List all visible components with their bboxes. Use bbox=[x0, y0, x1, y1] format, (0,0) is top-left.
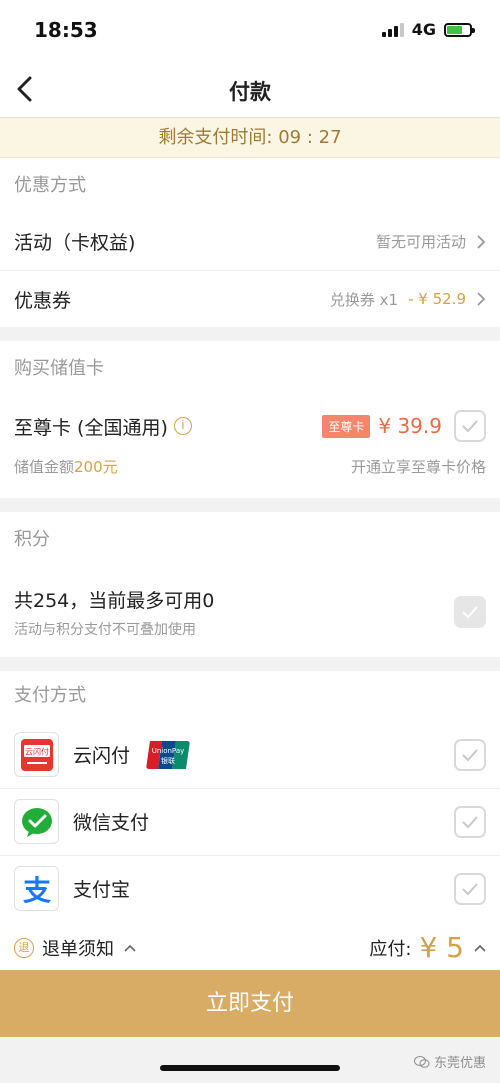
check-icon bbox=[462, 882, 478, 895]
chevron-right-icon bbox=[477, 292, 486, 306]
wechat-checkbox[interactable] bbox=[454, 805, 486, 838]
points-row: 共254，当前最多可用0 活动与积分支付不可叠加使用 bbox=[0, 567, 500, 657]
due-label: 应付: bbox=[369, 938, 412, 960]
wechat-pay-icon bbox=[14, 799, 59, 844]
pay-method-label: 云闪付 bbox=[73, 745, 131, 767]
yunshanfu-checkbox[interactable] bbox=[454, 738, 486, 771]
pay-method-alipay[interactable]: 支 支付宝 bbox=[0, 855, 500, 922]
refund-notice-link[interactable]: 退单须知 bbox=[42, 935, 114, 961]
card-perk: 开通立享至尊卡价格 bbox=[350, 458, 486, 476]
svg-text:支: 支 bbox=[22, 874, 50, 907]
svg-text:UnionPay: UnionPay bbox=[152, 747, 185, 755]
watermark: 东莞优惠 bbox=[413, 1052, 486, 1071]
card-checkbox[interactable] bbox=[454, 410, 486, 442]
status-bar: 18:53 4G bbox=[0, 0, 500, 60]
pay-method-yunshanfu[interactable]: 云闪付 云闪付 UnionPay 银联 bbox=[0, 721, 500, 788]
unionpay-icon: UnionPay 银联 bbox=[146, 740, 191, 769]
coupon-row[interactable]: 优惠券 兑换券 x1 - ¥ 52.9 bbox=[0, 270, 500, 327]
pay-method-label: 微信支付 bbox=[73, 812, 150, 834]
coupon-discount: - ¥ 52.9 bbox=[408, 290, 466, 308]
page-title: 付款 bbox=[229, 80, 271, 104]
pay-method-wechat[interactable]: 微信支付 bbox=[0, 788, 500, 855]
discount-section: 优惠方式 活动（卡权益) 暂无可用活动 优惠券 兑换券 x1 - ¥ 52.9 bbox=[0, 158, 500, 327]
yunshanfu-icon: 云闪付 bbox=[14, 732, 59, 777]
order-summary-bar: 退 退单须知 应付: ¥ 5 bbox=[0, 922, 500, 973]
points-note: 活动与积分支付不可叠加使用 bbox=[14, 621, 196, 638]
check-icon bbox=[462, 420, 478, 433]
alipay-icon: 支 bbox=[14, 866, 59, 911]
card-badge: 至尊卡 bbox=[322, 414, 371, 438]
card-price: ¥ 39.9 bbox=[378, 414, 442, 438]
info-icon[interactable]: i bbox=[173, 417, 192, 435]
due-amount: ¥ 5 bbox=[419, 931, 464, 964]
chevron-up-icon[interactable] bbox=[474, 944, 486, 952]
signal-icon bbox=[381, 22, 404, 37]
stored-amount: 200元 bbox=[74, 458, 118, 476]
home-bar: 东莞优惠 bbox=[0, 1037, 500, 1083]
card-row[interactable]: 至尊卡 (全国通用) i 至尊卡 ¥ 39.9 bbox=[0, 396, 500, 456]
pay-now-button[interactable]: 立即支付 bbox=[0, 970, 500, 1037]
points-section-title: 积分 bbox=[14, 529, 50, 550]
coupon-label: 优惠券 bbox=[14, 289, 72, 312]
check-icon bbox=[462, 815, 478, 828]
check-icon bbox=[462, 606, 478, 619]
activity-row[interactable]: 活动（卡权益) 暂无可用活动 bbox=[0, 213, 500, 270]
check-icon bbox=[462, 748, 478, 761]
points-checkbox bbox=[454, 596, 486, 628]
coupon-value: 兑换券 x1 bbox=[329, 290, 399, 309]
wechat-logo-icon bbox=[413, 1055, 430, 1068]
refund-icon: 退 bbox=[14, 937, 34, 958]
points-summary: 共254，当前最多可用0 bbox=[14, 589, 215, 612]
payment-section: 支付方式 云闪付 云闪付 UnionPay 银联 微信支付 支 支付宝 bbox=[0, 671, 500, 922]
stored-label: 储值金额 bbox=[14, 458, 75, 476]
card-section-title: 购买储值卡 bbox=[14, 358, 104, 379]
pay-method-label: 支付宝 bbox=[73, 879, 131, 901]
payment-countdown: 剩余支付时间: 09 : 27 bbox=[0, 118, 500, 158]
chevron-right-icon bbox=[477, 234, 486, 249]
stored-card-section: 购买储值卡 至尊卡 (全国通用) i 至尊卡 ¥ 39.9 储值金额200元 开… bbox=[0, 341, 500, 498]
card-subinfo: 储值金额200元 开通立享至尊卡价格 bbox=[0, 456, 500, 498]
status-indicators: 4G bbox=[381, 20, 475, 39]
network-label: 4G bbox=[411, 20, 436, 39]
chevron-up-icon[interactable] bbox=[124, 944, 136, 952]
activity-value: 暂无可用活动 bbox=[375, 233, 466, 251]
svg-text:云闪付: 云闪付 bbox=[25, 746, 49, 756]
card-name: 至尊卡 (全国通用) bbox=[14, 416, 168, 439]
battery-icon bbox=[444, 22, 475, 37]
points-section: 积分 共254，当前最多可用0 活动与积分支付不可叠加使用 bbox=[0, 512, 500, 657]
activity-label: 活动（卡权益) bbox=[14, 232, 136, 254]
nav-bar: 付款 bbox=[0, 60, 500, 118]
discount-section-title: 优惠方式 bbox=[14, 175, 86, 196]
home-indicator bbox=[160, 1065, 340, 1071]
svg-text:银联: 银联 bbox=[161, 756, 175, 765]
watermark-text: 东莞优惠 bbox=[433, 1056, 486, 1071]
payment-section-title: 支付方式 bbox=[14, 685, 86, 706]
alipay-checkbox[interactable] bbox=[454, 872, 486, 905]
status-time: 18:53 bbox=[34, 18, 98, 42]
